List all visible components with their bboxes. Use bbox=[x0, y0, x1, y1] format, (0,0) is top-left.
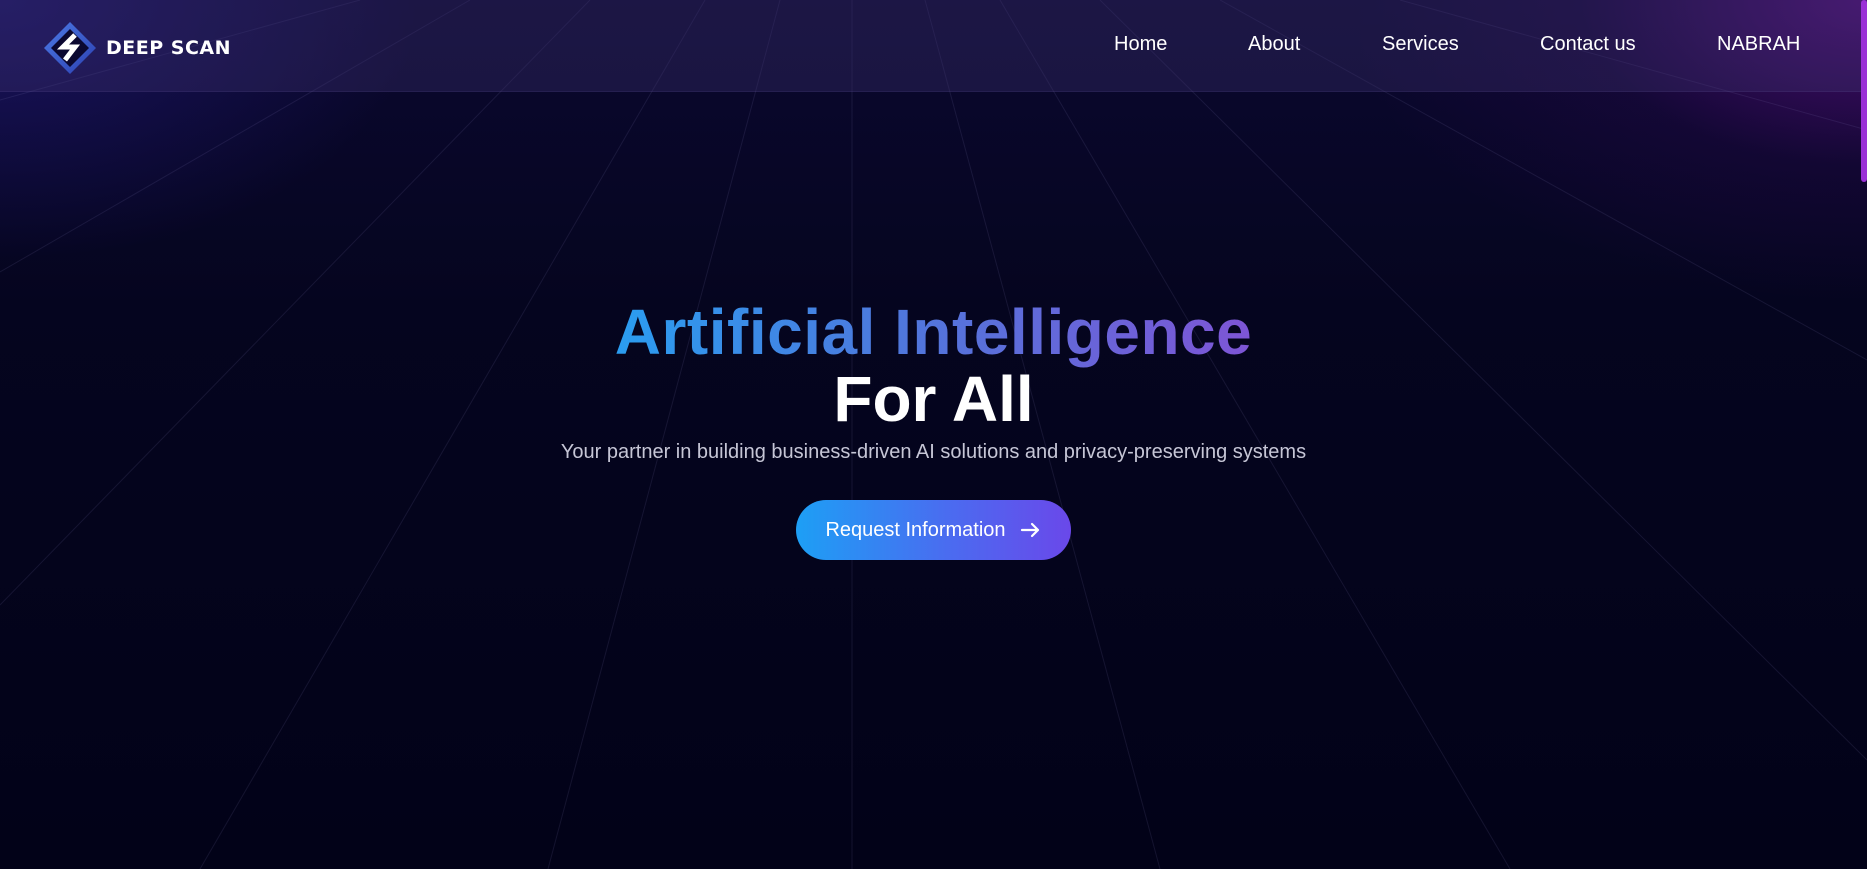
nav-services-link[interactable]: Services bbox=[1382, 33, 1459, 56]
nav-home-link[interactable]: Home bbox=[1114, 33, 1167, 56]
page: DEEP SCAN Home About Services Contact us… bbox=[0, 0, 1867, 869]
arrow-right-icon bbox=[1020, 520, 1042, 540]
nav-about-link[interactable]: About bbox=[1248, 33, 1300, 56]
nav-contact-link[interactable]: Contact us bbox=[1540, 33, 1636, 56]
top-navbar: DEEP SCAN Home About Services Contact us… bbox=[0, 0, 1867, 92]
request-information-button[interactable]: Request Information bbox=[796, 500, 1071, 560]
cta-label: Request Information bbox=[825, 518, 1006, 541]
hero-title-line2: For All bbox=[833, 363, 1034, 435]
hero-title-gradient: Artificial Intelligence bbox=[614, 296, 1253, 368]
hero-title: Artificial Intelligence bbox=[0, 295, 1867, 369]
hero-section: Artificial Intelligence For All Your par… bbox=[0, 295, 1867, 560]
scrollbar-thumb[interactable] bbox=[1861, 0, 1867, 182]
nav-nabrah-link[interactable]: NABRAH bbox=[1717, 33, 1800, 56]
nav-menu: Home About Services Contact us NABRAH bbox=[0, 33, 1867, 57]
hero-subtitle: Your partner in building business-driven… bbox=[560, 441, 1307, 463]
